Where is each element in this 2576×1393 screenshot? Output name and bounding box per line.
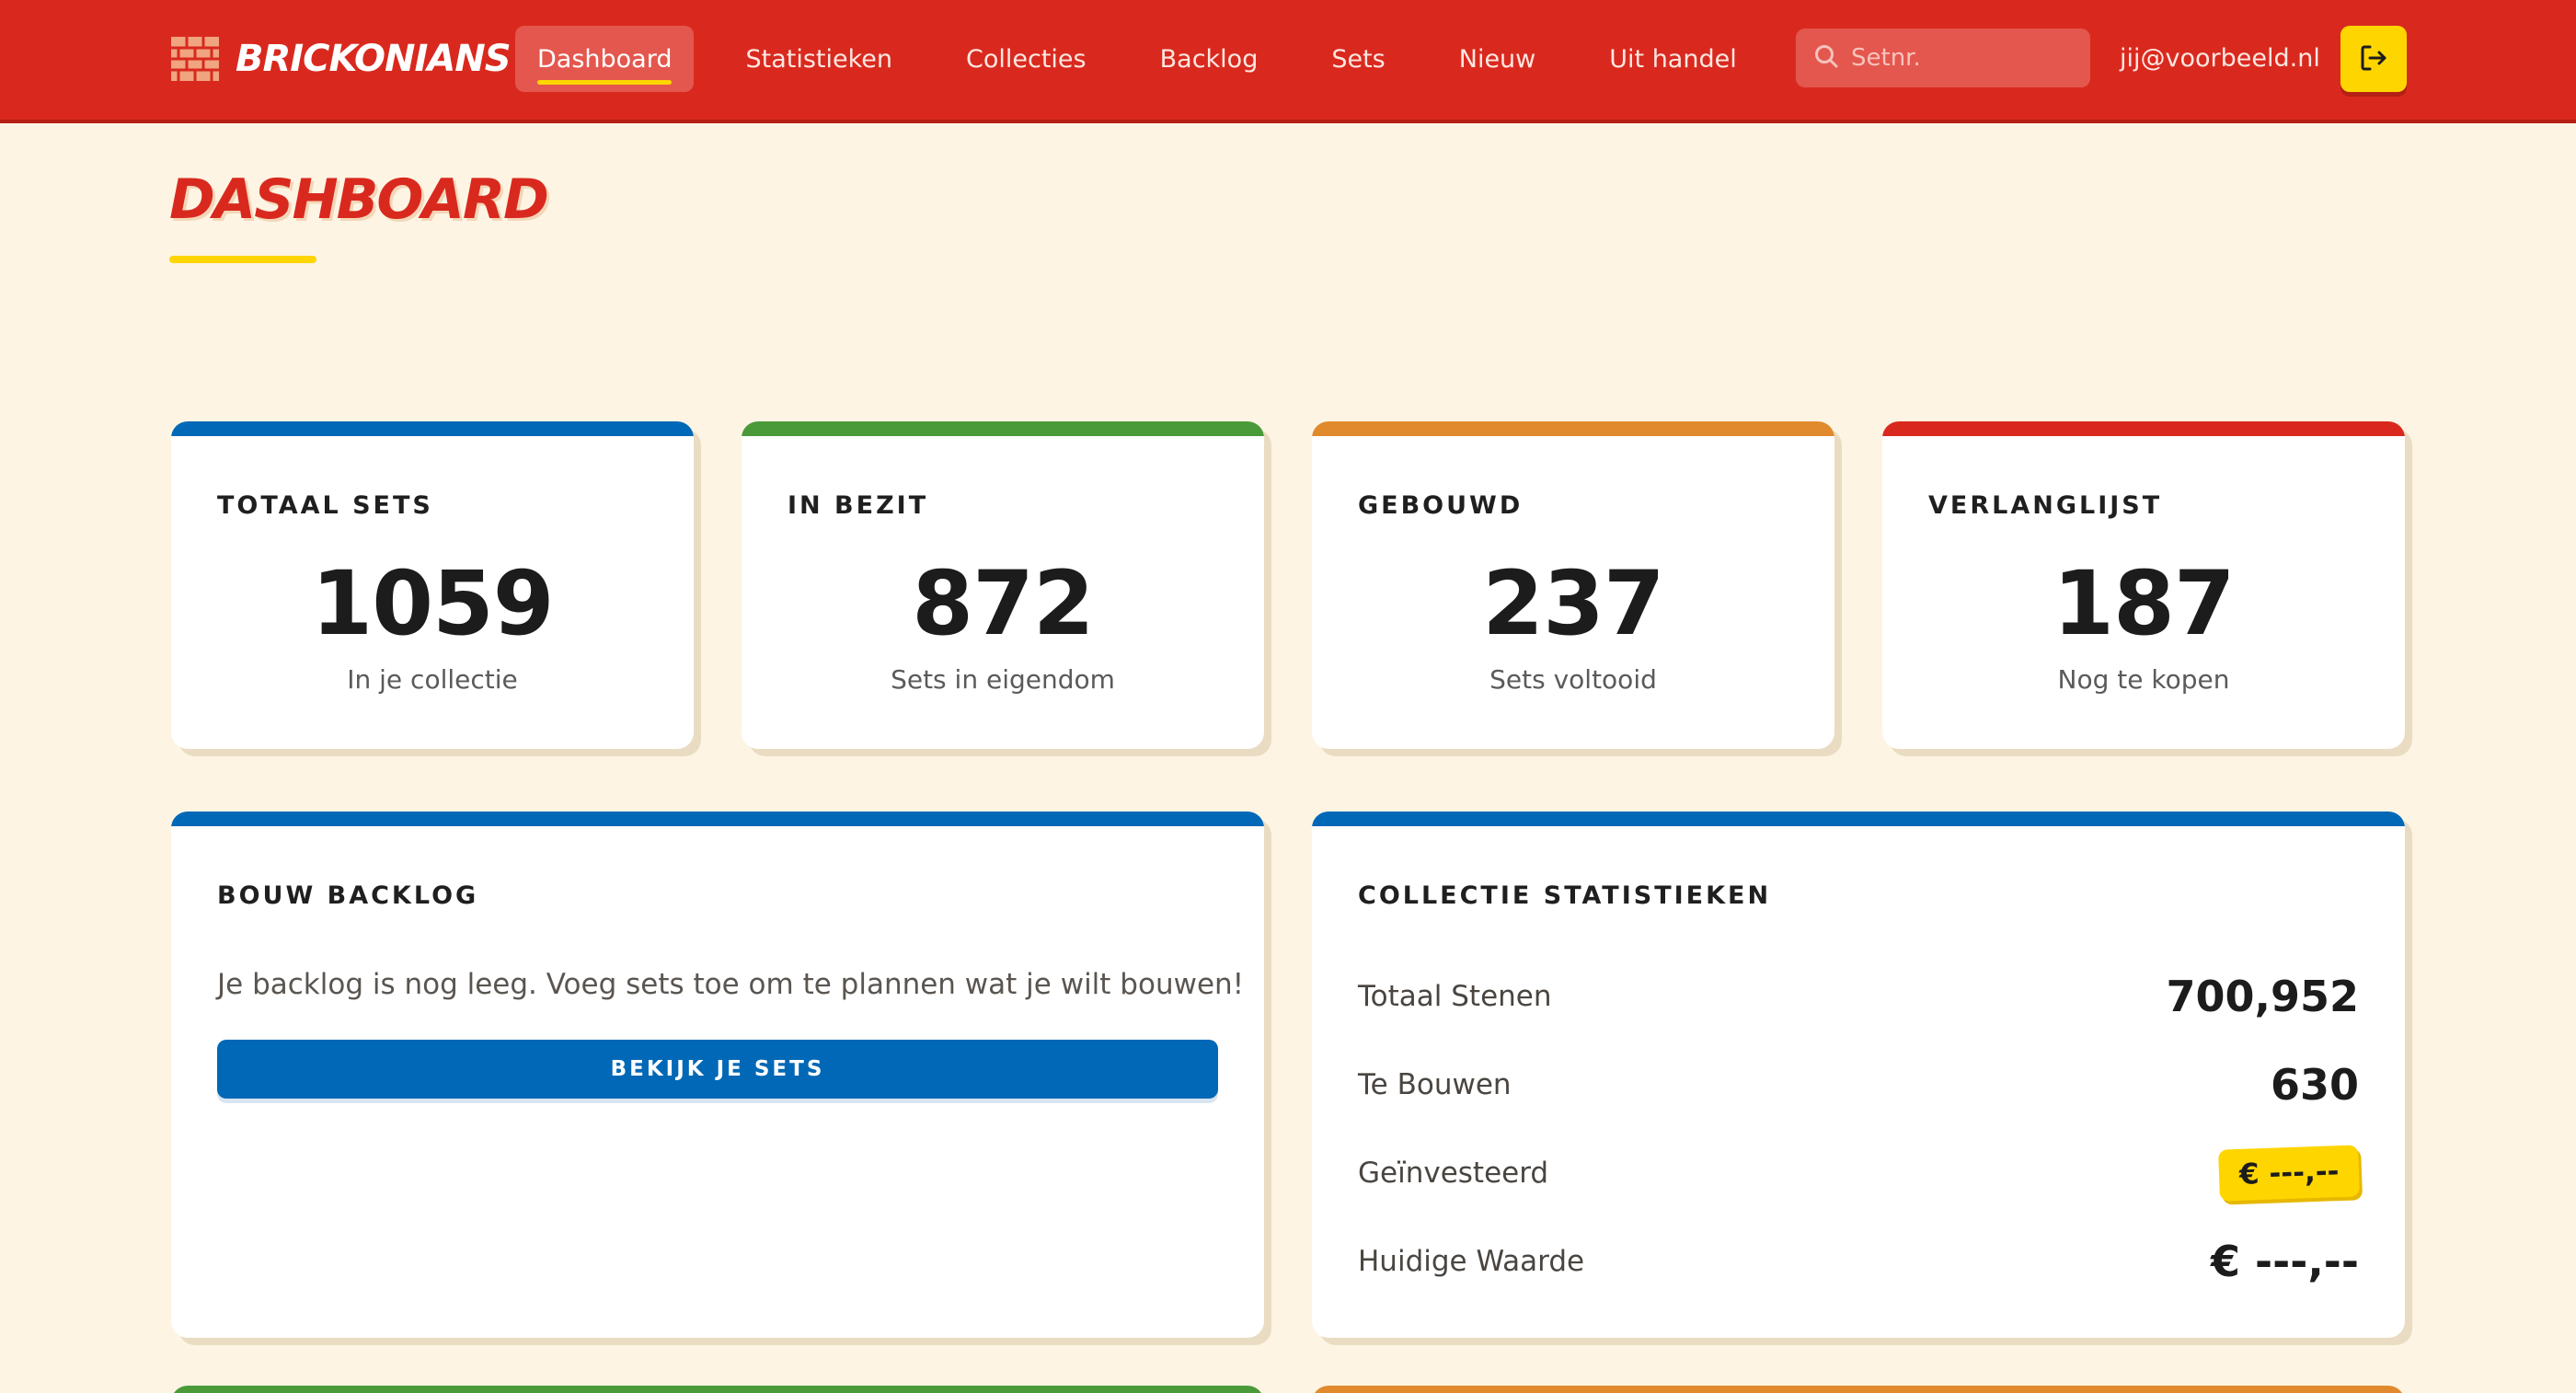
stat-row-totaal-stenen: Totaal Stenen 700,952 bbox=[1358, 964, 2359, 1029]
stat-card-label: Gebouwd bbox=[1358, 491, 1524, 520]
nav-item-dashboard[interactable]: Dashboard bbox=[515, 26, 695, 92]
search-icon bbox=[1812, 42, 1840, 74]
stat-row-label: Huidige Waarde bbox=[1358, 1245, 1585, 1278]
stat-row-huidige-waarde: Huidige Waarde € ---,-- bbox=[1358, 1229, 2359, 1294]
set-search bbox=[1796, 29, 2090, 87]
stat-card-subtitle: Sets in eigendom bbox=[891, 664, 1115, 695]
nav-item-collecties[interactable]: Collecties bbox=[944, 26, 1109, 92]
card-accent-bar bbox=[742, 421, 1264, 436]
search-input[interactable] bbox=[1851, 40, 2081, 76]
collection-stats-card: Collectie Statistieken Totaal Stenen 700… bbox=[1312, 812, 2405, 1338]
nav-item-nieuw[interactable]: Nieuw bbox=[1437, 26, 1558, 92]
main-nav: Dashboard Statistieken Collecties Backlo… bbox=[515, 26, 1788, 92]
nav-item-uit-handel[interactable]: Uit handel bbox=[1587, 26, 1758, 92]
brand-name: Brickonians bbox=[236, 38, 512, 80]
page-title: Dashboard bbox=[169, 167, 549, 232]
card-accent-bar bbox=[1312, 812, 2405, 826]
stat-row-value: 630 bbox=[2270, 1060, 2359, 1110]
card-accent-bar bbox=[171, 421, 694, 436]
stat-card-totaal-sets: Totaal Sets 1059 In je collectie bbox=[171, 421, 694, 749]
stat-row-te-bouwen: Te Bouwen 630 bbox=[1358, 1053, 2359, 1117]
top-navigation-bar: Brickonians Dashboard Statistieken Colle… bbox=[0, 0, 2576, 123]
stat-card-verlanglijst: Verlanglijst 187 Nog te kopen bbox=[1882, 421, 2405, 749]
stat-row-value: € ---,-- bbox=[2211, 1237, 2359, 1286]
card-accent-bar bbox=[1312, 421, 1834, 436]
logout-button[interactable] bbox=[2340, 26, 2407, 92]
price-badge: € ---,-- bbox=[2217, 1145, 2360, 1202]
card-accent-bar bbox=[1882, 421, 2405, 436]
stat-row-label: Geïnvesteerd bbox=[1358, 1157, 1549, 1190]
stat-card-subtitle: Sets voltooid bbox=[1489, 664, 1657, 695]
stat-card-value: 872 bbox=[912, 552, 1094, 655]
lower-card-right bbox=[1312, 1386, 2405, 1393]
logout-icon bbox=[2357, 41, 2390, 77]
stat-card-subtitle: In je collectie bbox=[347, 664, 518, 695]
title-underline bbox=[169, 256, 316, 263]
backlog-title: Bouw Backlog bbox=[217, 881, 479, 910]
nav-item-statistieken[interactable]: Statistieken bbox=[723, 26, 914, 92]
user-email: jij@voorbeeld.nl bbox=[2120, 43, 2320, 73]
stat-row-geinvesteerd: Geïnvesteerd € ---,-- bbox=[1358, 1141, 2360, 1205]
nav-item-sets[interactable]: Sets bbox=[1309, 26, 1407, 92]
stat-card-value: 1059 bbox=[311, 552, 554, 655]
nav-item-backlog[interactable]: Backlog bbox=[1138, 26, 1281, 92]
brand-logo[interactable]: Brickonians bbox=[171, 33, 512, 85]
brick-wall-icon bbox=[171, 35, 219, 83]
stat-card-value: 187 bbox=[2053, 552, 2235, 655]
lower-card-left bbox=[171, 1386, 1264, 1393]
stat-card-value: 237 bbox=[1482, 552, 1664, 655]
stat-row-label: Totaal Stenen bbox=[1358, 980, 1552, 1013]
stat-row-value: 700,952 bbox=[2166, 972, 2359, 1021]
stat-card-subtitle: Nog te kopen bbox=[2057, 664, 2230, 695]
stat-card-label: Verlanglijst bbox=[1928, 491, 2163, 520]
stat-card-label: Totaal Sets bbox=[217, 491, 433, 520]
stat-card-in-bezit: In Bezit 872 Sets in eigendom bbox=[742, 421, 1264, 749]
card-accent-bar bbox=[171, 1386, 1264, 1393]
view-sets-button[interactable]: BEKIJK JE SETS bbox=[217, 1040, 1218, 1099]
stat-row-label: Te Bouwen bbox=[1358, 1068, 1512, 1101]
collection-stats-title: Collectie Statistieken bbox=[1358, 881, 1772, 910]
backlog-empty-text: Je backlog is nog leeg. Voeg sets toe om… bbox=[217, 968, 1245, 1001]
backlog-card: Bouw Backlog Je backlog is nog leeg. Voe… bbox=[171, 812, 1264, 1338]
card-accent-bar bbox=[1312, 1386, 2405, 1393]
stat-card-gebouwd: Gebouwd 237 Sets voltooid bbox=[1312, 421, 1834, 749]
stat-card-label: In Bezit bbox=[788, 491, 929, 520]
card-accent-bar bbox=[171, 812, 1264, 826]
